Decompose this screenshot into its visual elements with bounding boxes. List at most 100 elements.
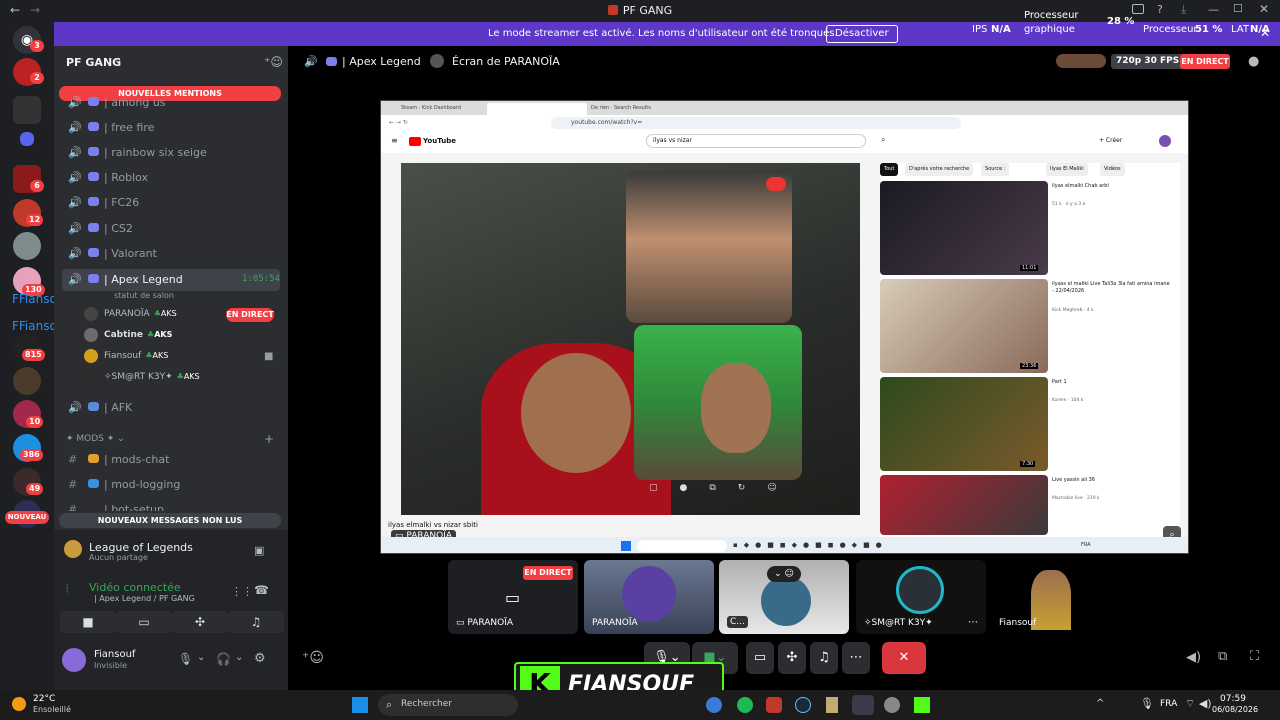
voice-channel[interactable]: 🔊 | Valorant (62, 243, 280, 265)
minimize-icon[interactable]: — (1208, 3, 1219, 16)
chat-bubble-icon[interactable]: ● (1248, 54, 1259, 69)
participant-tile[interactable]: ✧SM@RT K3Y✦ ⋯ (856, 560, 986, 634)
add-channel-icon[interactable]: + (264, 432, 274, 446)
windows-start-icon[interactable] (352, 697, 368, 713)
activities-button[interactable]: ✣ (778, 642, 806, 674)
voice-channel[interactable]: 🔊 | Roblox (62, 167, 280, 189)
tile-name: ▭ PARANOÏA (456, 618, 514, 628)
viewers-avatars[interactable] (1056, 54, 1106, 68)
download-icon[interactable]: ⤓ (1181, 2, 1186, 17)
voice-channel[interactable]: 🔊 | free fire (62, 117, 280, 139)
text-channel[interactable]: # | bot-setup (62, 499, 280, 511)
participant-tile[interactable]: EN DIRECT ▭ ▭ PARANOÏA (448, 560, 578, 634)
volume-icon[interactable]: ◀) (1186, 650, 1201, 665)
participant-tile[interactable]: PARANOÏA (584, 560, 714, 634)
server-header[interactable]: PF GANG ⌄ ⁺☺ (54, 46, 288, 80)
server-icon[interactable] (13, 96, 41, 124)
speaker-icon: 🔊 (68, 146, 82, 159)
weather-temp[interactable]: 22°C (33, 694, 55, 704)
clock-date[interactable]: 06/08/2026 (1212, 705, 1258, 714)
invite-icon[interactable]: ⁺☺ (302, 650, 324, 666)
stage-channel-name: | Apex Legend (342, 55, 421, 68)
more-options-button[interactable]: ⋯ (842, 642, 870, 674)
voice-channel[interactable]: 🔊 | among us (62, 92, 280, 114)
noise-suppression-icon[interactable]: ⋮⋮ (231, 585, 253, 598)
rec-thumbnail (880, 377, 1048, 471)
participant-tile[interactable]: ⌄ ☺ C... (719, 560, 849, 634)
participant-tile[interactable]: Fiansouf (991, 560, 1121, 634)
network-volume-icons[interactable]: ⌔ ◀) (1185, 697, 1212, 711)
live-badge: EN DIRECT (523, 566, 573, 580)
tray-chevron-icon[interactable]: ^ (1096, 698, 1104, 709)
disconnect-icon[interactable]: ☎ (254, 583, 269, 597)
server-icon[interactable] (13, 232, 41, 260)
steam-icon[interactable] (795, 697, 811, 713)
chevron-down-icon[interactable]: ⌄ (235, 652, 243, 663)
voice-user[interactable]: FiansoufAKS (84, 347, 280, 367)
browser-tab-bar: Steam · Kick Dashboard De rien · Search … (381, 101, 1188, 115)
unread-messages-pill[interactable]: NOUVEAUX MESSAGES NON LUS (59, 513, 281, 528)
chevron-down-icon[interactable]: ⌄ (197, 652, 205, 663)
settings-gear-icon[interactable]: ⚙ (254, 651, 266, 666)
rec-duration: 11:01 (1020, 265, 1039, 271)
youtube-header: ≡ YouTube ilyas vs nizar ⌕ + Créer (381, 131, 1188, 153)
shared-screen[interactable]: Steam · Kick Dashboard De rien · Search … (380, 100, 1189, 554)
kick-icon[interactable] (914, 697, 930, 713)
close-icon[interactable]: ✕ (1259, 2, 1269, 16)
inbox-icon[interactable] (1132, 4, 1144, 14)
voice-channel[interactable]: 🔊 | rainbow six seige (62, 142, 280, 164)
stream-game-icon[interactable]: ▣ (254, 544, 264, 557)
app-icon[interactable] (884, 697, 900, 713)
clock-time[interactable]: 07:59 (1220, 694, 1246, 704)
create-label: + Créer (1099, 137, 1123, 144)
maximize-icon[interactable]: ☐ (1233, 2, 1243, 15)
soundboard-button[interactable]: ♫ (228, 611, 284, 633)
rec-title: Part 1 (1052, 379, 1067, 385)
mic-icon[interactable]: 🎙 (178, 652, 193, 666)
voice-user[interactable]: CabtineAKS (84, 326, 280, 346)
app-icon[interactable] (766, 697, 782, 713)
text-channel[interactable]: # | mods-chat (62, 449, 280, 471)
activities-button[interactable]: ✣ (172, 611, 228, 633)
disable-streamer-button[interactable]: Désactiver (826, 25, 898, 43)
app-icon[interactable] (706, 697, 722, 713)
popout-icon[interactable]: ⧉ (1218, 649, 1227, 664)
spotify-icon[interactable] (737, 697, 753, 713)
chevron-down-icon: ⌄ (114, 55, 123, 66)
speaker-icon: 🔊 (68, 171, 82, 184)
server-name: PF GANG (66, 56, 122, 69)
screenshare-button[interactable]: ▭ (116, 611, 172, 633)
soundboard-button[interactable]: ♫ (810, 642, 838, 674)
more-icon[interactable]: ⋯ (968, 617, 978, 628)
discord-taskbar-icon[interactable] (852, 695, 874, 715)
language-indicator[interactable]: FRA (1160, 699, 1177, 709)
server-icon[interactable] (13, 367, 41, 395)
voice-user[interactable]: ✧SM@RT K3Y✦AKS (84, 368, 280, 388)
disconnect-button[interactable]: ✕ (882, 642, 926, 674)
speaker-icon: 🔊 (68, 401, 82, 414)
mic-icon[interactable]: 🎙 (1140, 697, 1154, 710)
help-icon[interactable]: ? (1157, 3, 1163, 16)
league-icon[interactable] (826, 697, 838, 713)
voice-channel[interactable]: 🔊 | AFK (62, 397, 280, 419)
folder-icon[interactable] (20, 132, 34, 146)
rec-meta: Machakle live · 219 k (1052, 496, 1100, 501)
add-user-icon[interactable]: ⁺☺ (264, 55, 283, 69)
gamepad-icon (88, 197, 99, 206)
text-channel[interactable]: # | mod-logging (62, 474, 280, 496)
avatar[interactable] (62, 648, 86, 672)
voice-channel-active[interactable]: 🔊 | Apex Legend 1:05:54 (62, 269, 280, 291)
voice-channel[interactable]: 🔊 | FC26 (62, 192, 280, 214)
headset-icon[interactable]: 🎧 (216, 652, 231, 666)
voice-channel[interactable]: 🔊 | CS2 (62, 218, 280, 240)
rec-thumbnail (880, 279, 1048, 373)
category-mods[interactable]: ✦ MODS ✦ ⌄ (66, 434, 125, 444)
tile-menu-icon[interactable]: ⌄ ☺ (767, 566, 801, 582)
voice-location[interactable]: | Apex Legend / PF GANG (94, 594, 195, 603)
channel-status[interactable]: statut de salon (114, 291, 174, 300)
channel-sidebar: PF GANG ⌄ ⁺☺ NOUVELLES MENTIONS 🔊 | among… (54, 46, 288, 690)
screenshare-button[interactable]: ▭ (746, 642, 774, 674)
back-arrow-icon: ← → ↻ (389, 119, 408, 126)
camera-button[interactable]: ■ (60, 611, 116, 633)
fullscreen-icon[interactable]: ⛶ (1250, 649, 1259, 664)
